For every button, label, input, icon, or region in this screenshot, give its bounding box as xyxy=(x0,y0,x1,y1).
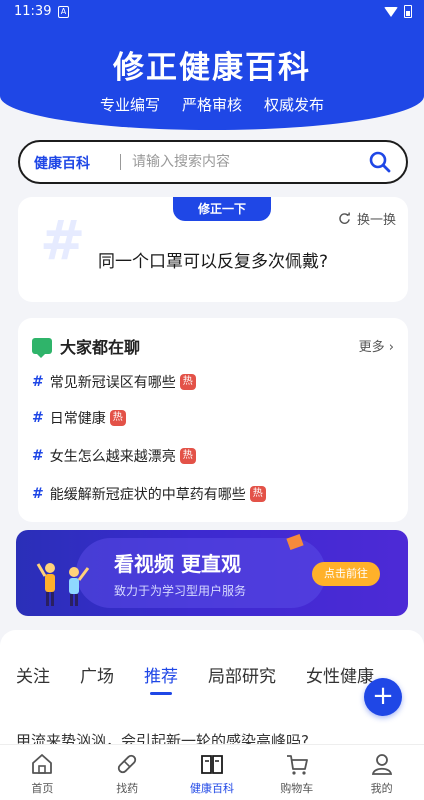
nav-profile[interactable]: 我的 xyxy=(339,745,424,800)
nav-cart[interactable]: 购物车 xyxy=(254,745,339,800)
nav-home[interactable]: 首页 xyxy=(0,745,85,800)
topic-text: 女生怎么越来越漂亮 xyxy=(49,449,176,465)
nav-label: 首页 xyxy=(31,782,54,795)
topic-item[interactable]: # 日常健康 热 xyxy=(32,408,126,428)
topic-text: 能缓解新冠症状的中草药有哪些 xyxy=(49,487,246,503)
user-icon xyxy=(371,754,392,775)
hot-badge: 热 xyxy=(179,374,196,390)
book-icon xyxy=(201,755,223,774)
cart-icon xyxy=(286,755,308,775)
banner-title: 看视频 更直观 xyxy=(114,552,241,576)
status-bar: 11:39 A xyxy=(0,0,424,26)
nav-find-medicine[interactable]: 找药 xyxy=(85,745,170,800)
search-divider xyxy=(120,154,121,170)
topic-text: 日常健康 xyxy=(49,411,106,427)
search-brand: 健康百科 xyxy=(34,156,90,172)
chat-bubble-icon xyxy=(32,338,52,358)
nav-label: 购物车 xyxy=(280,782,314,795)
hero-tags: 专业编写 严格审核 权威发布 xyxy=(0,94,424,115)
feed-tabs: 关注 广场 推荐 局部研究 女性健康 xyxy=(0,662,388,695)
chevron-right-icon: › xyxy=(388,340,394,355)
tab-women-health[interactable]: 女性健康 xyxy=(306,662,374,687)
chat-card: 大家都在聊 更多 › # 常见新冠误区有哪些 热 # 日常健康 热 # 女生怎么… xyxy=(18,318,408,522)
hero-tag: 专业编写 xyxy=(99,96,160,114)
add-post-button[interactable]: + xyxy=(364,678,402,716)
hash-icon: # xyxy=(32,374,44,390)
status-time: 11:39 xyxy=(14,4,52,19)
search-icon[interactable] xyxy=(368,150,392,174)
tab-local-research[interactable]: 局部研究 xyxy=(208,662,276,687)
people-illustration-icon xyxy=(36,563,90,606)
refresh-icon xyxy=(339,212,350,224)
nav-health-wiki[interactable]: 健康百科 xyxy=(170,745,255,800)
topic-item[interactable]: # 常见新冠误区有哪些 热 xyxy=(32,372,196,392)
hot-badge: 热 xyxy=(249,486,266,502)
bottom-nav: 首页 找药 健康百科 购物车 我的 xyxy=(0,744,424,800)
plus-icon: + xyxy=(372,681,394,711)
video-banner[interactable]: 看视频 更直观 致力于为学习型用户服务 点击前往 xyxy=(16,530,408,616)
fix-badge: 修正一下 xyxy=(173,197,271,221)
chat-title: 大家都在聊 xyxy=(60,338,141,357)
chat-header: 大家都在聊 xyxy=(32,334,140,358)
nav-label: 健康百科 xyxy=(189,782,234,795)
tab-recommend[interactable]: 推荐 xyxy=(144,662,178,695)
refresh-label: 换一换 xyxy=(356,213,396,228)
pill-icon xyxy=(118,754,137,774)
tab-square[interactable]: 广场 xyxy=(80,662,114,687)
question-text[interactable]: 同一个口罩可以反复多次佩戴? xyxy=(18,247,408,272)
refresh-button[interactable]: 换一换 xyxy=(338,209,396,228)
nav-label: 找药 xyxy=(116,782,139,795)
banner-go-button[interactable]: 点击前往 xyxy=(312,562,380,586)
app-title: 修正健康百科 xyxy=(113,50,311,86)
home-icon xyxy=(32,754,53,774)
hash-icon: # xyxy=(32,410,44,426)
hot-badge: 热 xyxy=(109,410,126,426)
topic-item[interactable]: # 能缓解新冠症状的中草药有哪些 热 xyxy=(32,484,266,504)
notification-icon: A xyxy=(58,6,69,18)
banner-subtitle: 致力于为学习型用户服务 xyxy=(114,584,247,598)
topic-text: 常见新冠误区有哪些 xyxy=(49,375,176,391)
more-label: 更多 xyxy=(358,340,385,355)
search-bar: 健康百科 xyxy=(18,140,408,184)
hash-icon: # xyxy=(32,486,44,502)
hero-tag: 严格审核 xyxy=(181,96,242,114)
nav-label: 我的 xyxy=(370,782,393,795)
fix-card[interactable]: 修正一下 # 换一换 同一个口罩可以反复多次佩戴? xyxy=(18,197,408,302)
hash-icon: # xyxy=(32,448,44,464)
wifi-icon xyxy=(384,6,398,17)
topic-item[interactable]: # 女生怎么越来越漂亮 热 xyxy=(32,446,196,466)
hot-badge: 热 xyxy=(179,448,196,464)
status-icons xyxy=(384,5,412,18)
tab-follow[interactable]: 关注 xyxy=(16,662,50,687)
search-input[interactable] xyxy=(132,149,362,175)
more-link[interactable]: 更多 › xyxy=(359,336,394,355)
battery-icon xyxy=(404,5,412,18)
hero-tag: 权威发布 xyxy=(264,96,325,114)
